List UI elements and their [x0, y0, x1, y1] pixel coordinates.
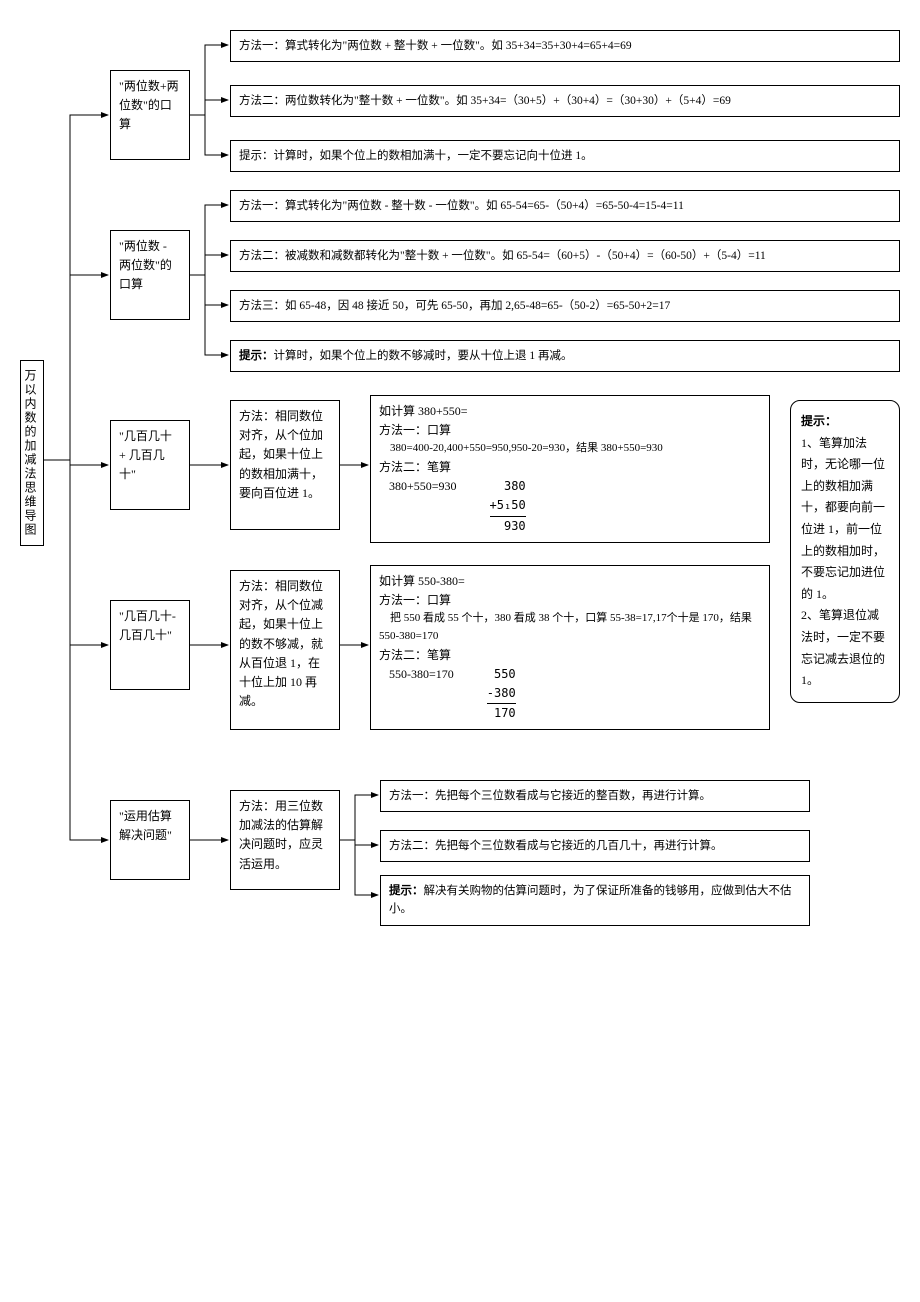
node-add-2digit: "两位数+两位数"的口算	[110, 70, 190, 160]
n4-col3: 170	[494, 706, 516, 720]
n4-method: 方法：相同数位对齐，从个位减起，如果十位上的数不够减，就从百位退 1，在十位上加…	[230, 570, 340, 730]
node-sub-2digit: "两位数 - 两位数"的口算	[110, 230, 190, 320]
n3-ex-m1: 380=400-20,400+550=950,950-20=930，结果 380…	[379, 440, 761, 458]
n2-m3: 方法三：如 65-48，因 48 接近 50，可先 65-50，再加 2,65-…	[230, 290, 900, 322]
n3-ex-inline: 380+550=930	[389, 479, 457, 493]
n4-ex-m2-label: 方法二：笔算	[379, 646, 761, 665]
n5-tip-label: 提示：	[389, 885, 424, 897]
side-tip: 提示： 1、笔算加法时，无论哪一位上的数相加满十，都要向前一位进 1，前一位上的…	[790, 400, 900, 703]
n4-col2: -380	[487, 684, 516, 704]
n1-m2: 方法二：两位数转化为"整十数 + 一位数"。如 35+34=（30+5）+（30…	[230, 85, 900, 117]
n4-ex-m1: 把 550 看成 55 个十，380 看成 38 个十，口算 55-38=17,…	[379, 610, 761, 645]
side-tip-1: 1、笔算加法时，无论哪一位上的数相加满十，都要向前一位进 1，前一位上的数相加时…	[801, 433, 889, 606]
n5-m2: 方法二：先把每个三位数看成与它接近的几百几十，再进行计算。	[380, 830, 810, 862]
n3-column-calc: 380 +5₁50 930	[490, 477, 526, 536]
node-estimate: "运用估算解决问题"	[110, 800, 190, 880]
n4-ex-title: 如计算 550-380=	[379, 572, 761, 591]
n2-m2: 方法二：被减数和减数都转化为"整十数 + 一位数"。如 65-54=（60+5）…	[230, 240, 900, 272]
root-node: 万以内数的加减法思维导图	[20, 360, 44, 546]
node-sub-hundreds: "几百几十-几百几十"	[110, 600, 190, 690]
node-add-hundreds: "几百几十 + 几百几十"	[110, 420, 190, 510]
n5-tip-text: 解决有关购物的估算问题时，为了保证所准备的钱够用，应做到估大不估小。	[389, 885, 792, 915]
n1-m1: 方法一：算式转化为"两位数 + 整十数 + 一位数"。如 35+34=35+30…	[230, 30, 900, 62]
n4-column-calc: 550 -380 170	[487, 665, 516, 724]
n3-col2: +5₁50	[490, 496, 526, 516]
n2-tip-text: 计算时，如果个位上的数不够减时，要从十位上退 1 再减。	[274, 350, 573, 362]
n3-col3: 930	[504, 519, 526, 533]
n4-example: 如计算 550-380= 方法一：口算 把 550 看成 55 个十，380 看…	[370, 565, 770, 730]
n5-tip: 提示：解决有关购物的估算问题时，为了保证所准备的钱够用，应做到估大不估小。	[380, 875, 810, 926]
n4-ex-inline: 550-380=170	[389, 667, 454, 681]
n3-col1: 380	[504, 479, 526, 493]
n1-tip: 提示：计算时，如果个位上的数相加满十，一定不要忘记向十位进 1。	[230, 140, 900, 172]
n5-method: 方法：用三位数加减法的估算解决问题时，应灵活运用。	[230, 790, 340, 890]
n2-m1: 方法一：算式转化为"两位数 - 整十数 - 一位数"。如 65-54=65-（5…	[230, 190, 900, 222]
side-tip-2: 2、笔算退位减法时，一定不要忘记减去退位的 1。	[801, 605, 889, 691]
n3-ex-m2-label: 方法二：笔算	[379, 458, 761, 477]
n2-tip: 提示：计算时，如果个位上的数不够减时，要从十位上退 1 再减。	[230, 340, 900, 372]
n4-ex-m1-label: 方法一：口算	[379, 591, 761, 610]
n5-m1: 方法一：先把每个三位数看成与它接近的整百数，再进行计算。	[380, 780, 810, 812]
n3-method: 方法：相同数位对齐，从个位加起，如果十位上的数相加满十，要向百位进 1。	[230, 400, 340, 530]
n3-ex-title: 如计算 380+550=	[379, 402, 761, 421]
n4-col1: 550	[494, 667, 516, 681]
n3-example: 如计算 380+550= 方法一：口算 380=400-20,400+550=9…	[370, 395, 770, 543]
n3-ex-m1-label: 方法一：口算	[379, 421, 761, 440]
n2-tip-label: 提示：	[239, 350, 274, 362]
side-tip-label: 提示：	[801, 411, 889, 433]
